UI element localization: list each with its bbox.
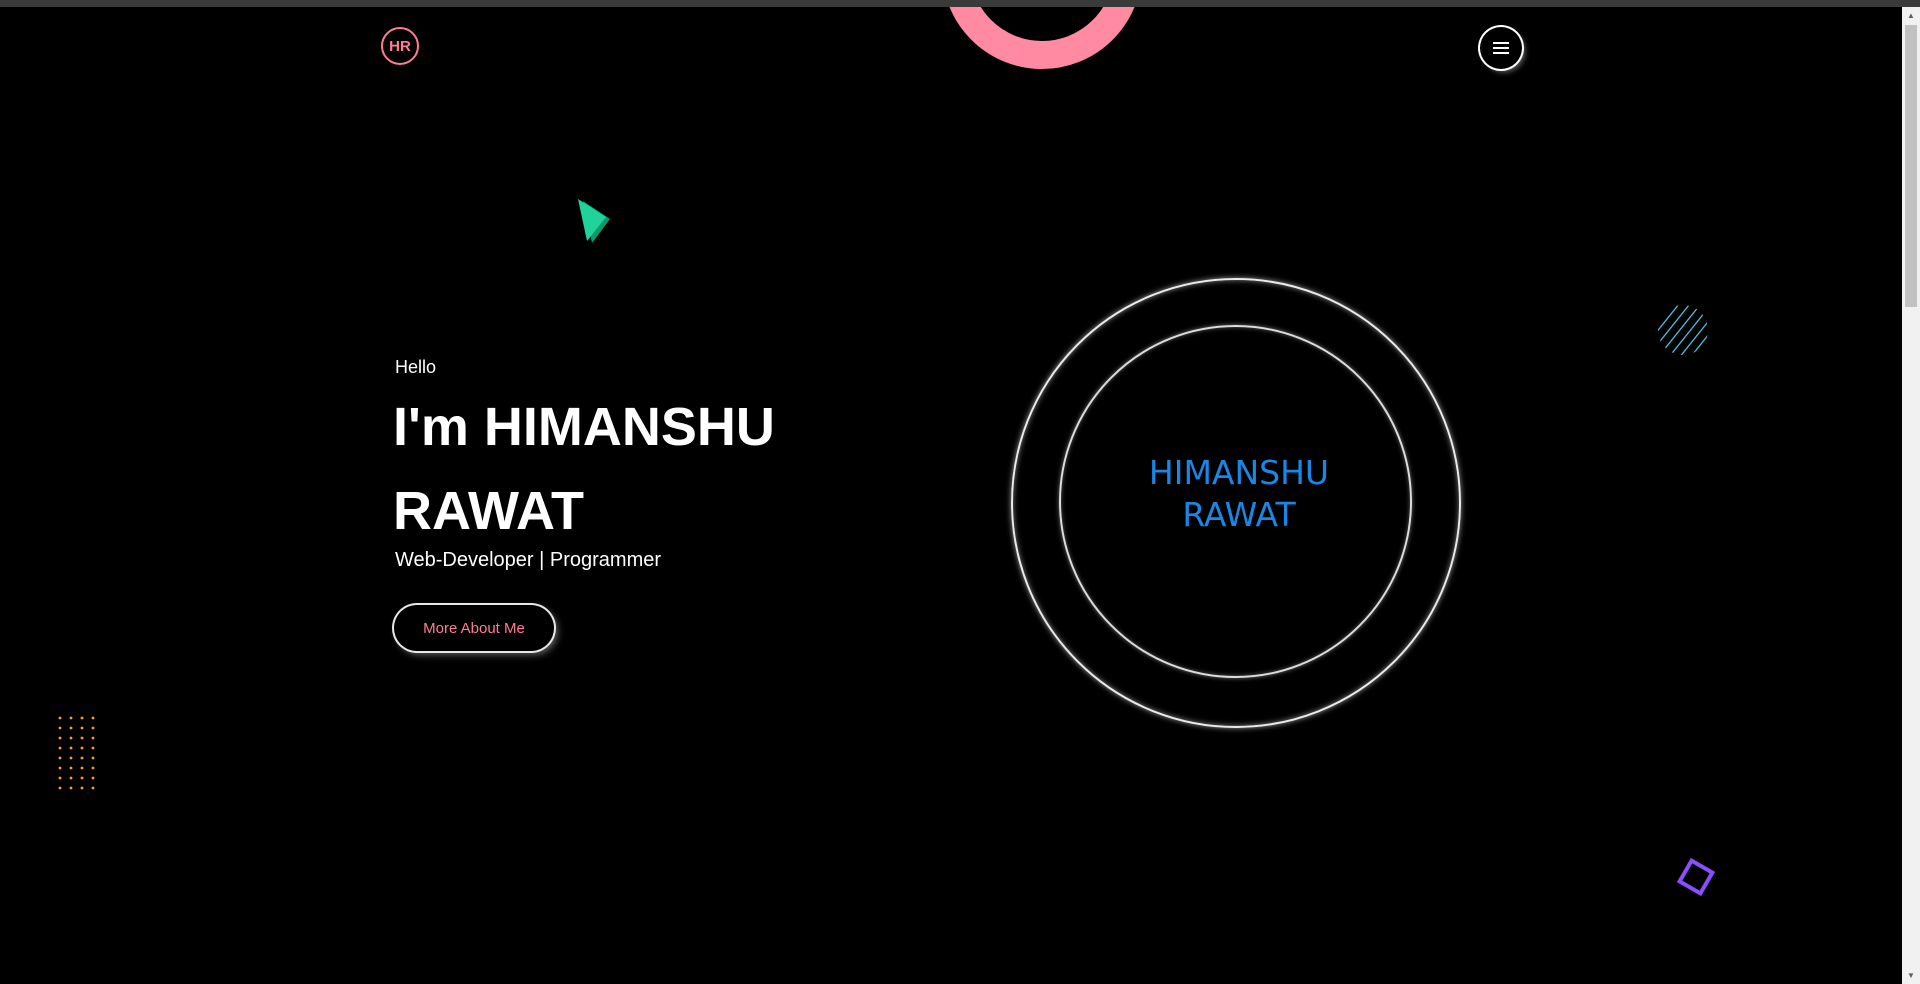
vertical-scrollbar[interactable]: ▲ ▼ xyxy=(1902,7,1920,984)
greeting-text: Hello xyxy=(395,357,437,377)
scroll-up-arrow-icon[interactable]: ▲ xyxy=(1902,7,1920,24)
pink-ring-decoration xyxy=(942,7,1142,69)
page-viewport: HR Hello I'm HIMANSHU RAWAT Web-Develope… xyxy=(0,7,1902,984)
scroll-down-arrow-icon[interactable]: ▼ xyxy=(1902,967,1920,984)
purple-square-decoration xyxy=(1676,857,1716,897)
scrollbar-thumb[interactable] xyxy=(1905,25,1917,307)
hamburger-menu-icon xyxy=(1493,42,1509,54)
site-logo[interactable]: HR xyxy=(381,27,419,65)
hero-name-heading: I'm HIMANSHU RAWAT xyxy=(393,397,775,541)
profile-name-line-1: HIMANSHU xyxy=(1148,453,1330,492)
green-triangle-decoration xyxy=(578,199,610,243)
profile-ring-name: HIMANSHU RAWAT xyxy=(1059,452,1419,536)
more-about-me-button[interactable]: More About Me xyxy=(394,605,554,651)
hatched-circle-decoration xyxy=(1658,305,1708,355)
dot-grid-decoration xyxy=(58,716,95,790)
profile-name-line-2: RAWAT xyxy=(1182,495,1296,534)
role-subtitle: Web-Developer | Programmer xyxy=(395,549,662,571)
menu-button[interactable] xyxy=(1480,27,1522,69)
